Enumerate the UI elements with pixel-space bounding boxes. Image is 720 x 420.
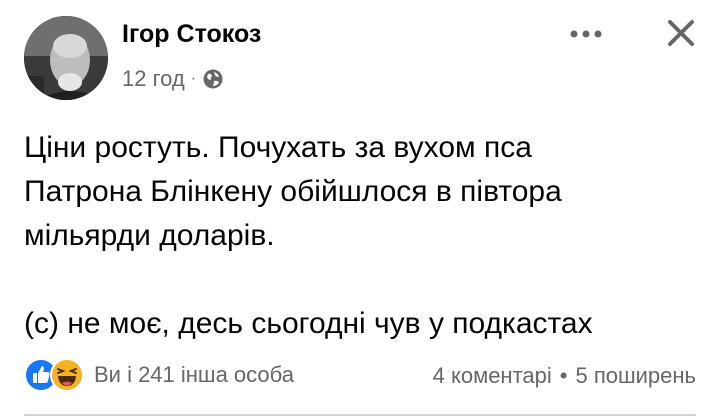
haha-icon [50,358,84,392]
comments-count[interactable]: 4 коментарі [433,363,552,389]
close-icon [668,20,694,46]
post-text-line: Патрона Блінкену обійшлося в півтора [24,175,562,208]
post-time[interactable]: 12 год [122,66,185,92]
post-stats: 4 коментарі • 5 поширень [433,363,696,389]
avatar[interactable] [24,16,108,100]
stats-separator: • [559,363,568,388]
divider [24,414,696,416]
post-text-line: мільярди доларів. [24,219,275,252]
author-name[interactable]: Ігор Стокоз [122,20,261,49]
facebook-post: Ігор Стокоз 12 год · Ціни ростуть. Почух… [0,0,720,420]
more-options-button[interactable] [566,22,606,46]
avatar-photo [24,16,108,100]
post-text: Ціни ростуть. Почухать за вухом пса Патр… [24,126,704,346]
close-button[interactable] [664,16,698,50]
globe-icon[interactable] [202,68,224,90]
shares-count[interactable]: 5 поширень [575,363,696,389]
meta-separator: · [190,70,197,87]
post-meta: 12 год · [122,66,224,92]
reactions-summary[interactable]: Ви і 241 інша особа [24,358,294,392]
reactions-text[interactable]: Ви і 241 інша особа [94,362,294,388]
post-text-line: (с) не моє, десь сьогодні чув у подкаста… [24,307,593,340]
more-horizontal-icon [570,30,602,38]
post-text-line: Ціни ростуть. Почухать за вухом пса [24,131,532,164]
